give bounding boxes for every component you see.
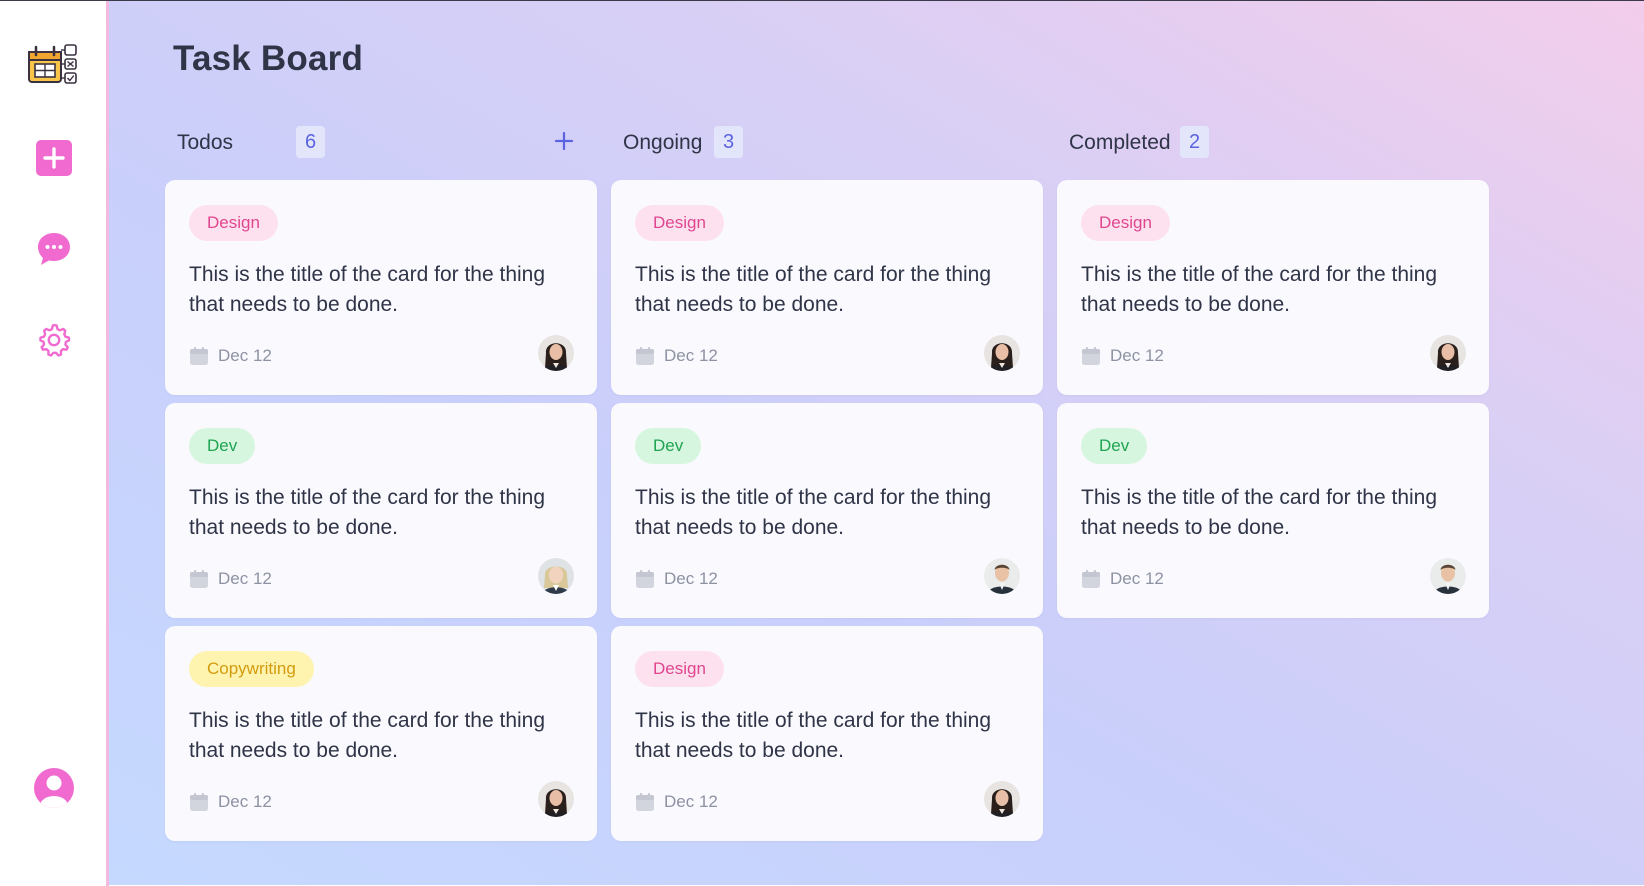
- add-task-button[interactable]: [33, 139, 75, 181]
- task-card[interactable]: Dev This is the title of the card for the…: [611, 403, 1043, 618]
- settings-button[interactable]: [33, 321, 75, 363]
- due-date: Dec 12: [635, 790, 718, 814]
- task-card[interactable]: Dev This is the title of the card for the…: [1057, 403, 1489, 618]
- calendar-icon: [635, 569, 655, 589]
- column-header: Todos 6: [165, 118, 597, 166]
- board-area: Task Board Todos 6 Design This is the title…: [109, 1, 1644, 885]
- calendar-icon: [189, 569, 209, 589]
- add-card-button[interactable]: [549, 126, 579, 156]
- due-date: Dec 12: [189, 790, 272, 814]
- due-date: Dec 12: [635, 567, 718, 591]
- tag-badge: Design: [635, 651, 724, 687]
- calendar-icon: [635, 346, 655, 366]
- user-circle-icon: [33, 767, 75, 814]
- profile-button[interactable]: [33, 767, 75, 814]
- column-title: Ongoing: [623, 131, 703, 154]
- column-todos: Todos 6 Design This is the title of the car…: [165, 118, 597, 841]
- card-title: This is the title of the card for the th…: [635, 709, 992, 762]
- tag-badge: Design: [635, 205, 724, 241]
- task-card[interactable]: Design This is the title of the card for …: [611, 626, 1043, 841]
- assignee-avatar[interactable]: [538, 558, 574, 594]
- assignee-avatar[interactable]: [538, 335, 574, 371]
- tag-badge: Design: [1081, 205, 1170, 241]
- card-title: This is the title of the card for the th…: [189, 486, 546, 539]
- card-title: This is the title of the card for the th…: [189, 709, 546, 762]
- column-header: Ongoing 3: [611, 118, 1043, 166]
- due-date: Dec 12: [635, 344, 718, 368]
- calendar-icon: [1081, 346, 1101, 366]
- calendar-icon: [635, 792, 655, 812]
- column-ongoing: Ongoing 3 Design This is the title of the c…: [611, 118, 1043, 841]
- page-title: Task Board: [173, 39, 364, 78]
- task-card[interactable]: Design This is the title of the card for …: [1057, 180, 1489, 395]
- column-count-badge: 2: [1180, 126, 1209, 158]
- chat-bubble-icon: [35, 230, 73, 273]
- due-date: Dec 12: [1081, 344, 1164, 368]
- assignee-avatar[interactable]: [1430, 335, 1466, 371]
- due-date: Dec 12: [189, 344, 272, 368]
- due-date-text: Dec 12: [218, 569, 272, 588]
- column-title: Completed: [1069, 131, 1171, 154]
- due-date-text: Dec 12: [1110, 569, 1164, 588]
- card-title: This is the title of the card for the th…: [635, 486, 992, 539]
- due-date-text: Dec 12: [218, 346, 272, 365]
- card-title: This is the title of the card for the th…: [1081, 486, 1438, 539]
- due-date-text: Dec 12: [1110, 346, 1164, 365]
- task-card[interactable]: Dev This is the title of the card for the…: [165, 403, 597, 618]
- tag-badge: Dev: [635, 428, 702, 464]
- calendar-icon: [189, 346, 209, 366]
- due-date-text: Dec 12: [218, 792, 272, 811]
- assignee-avatar[interactable]: [984, 781, 1020, 817]
- calendar-icon: [1081, 569, 1101, 589]
- column-count-badge: 6: [296, 126, 325, 158]
- gear-icon: [35, 321, 73, 364]
- task-card[interactable]: Design This is the title of the card for …: [611, 180, 1043, 395]
- task-card[interactable]: Design This is the title of the card for …: [165, 180, 597, 395]
- calendar-icon: [189, 792, 209, 812]
- plus-icon: [549, 131, 579, 160]
- tag-badge: Design: [189, 205, 278, 241]
- app-logo-icon[interactable]: [27, 43, 81, 91]
- card-title: This is the title of the card for the th…: [1081, 263, 1438, 316]
- column-title: Todos: [177, 131, 234, 154]
- due-date: Dec 12: [1081, 567, 1164, 591]
- tag-badge: Dev: [189, 428, 256, 464]
- due-date: Dec 12: [189, 567, 272, 591]
- card-title: This is the title of the card for the th…: [189, 263, 546, 316]
- column-completed: Completed 2 Design This is the title of the…: [1057, 118, 1489, 618]
- messages-button[interactable]: [33, 230, 75, 272]
- due-date-text: Dec 12: [664, 346, 718, 365]
- plus-square-icon: [35, 139, 73, 182]
- sidebar: [0, 1, 109, 886]
- tag-badge: Copywriting: [189, 651, 314, 687]
- task-card[interactable]: Copywriting This is the title of the card…: [165, 626, 597, 841]
- assignee-avatar[interactable]: [538, 781, 574, 817]
- assignee-avatar[interactable]: [984, 335, 1020, 371]
- due-date-text: Dec 12: [664, 792, 718, 811]
- card-title: This is the title of the card for the th…: [635, 263, 992, 316]
- due-date-text: Dec 12: [664, 569, 718, 588]
- column-count-badge: 3: [714, 126, 743, 158]
- tag-badge: Dev: [1081, 428, 1148, 464]
- column-header: Completed 2: [1057, 118, 1489, 166]
- assignee-avatar[interactable]: [1430, 558, 1466, 594]
- assignee-avatar[interactable]: [984, 558, 1020, 594]
